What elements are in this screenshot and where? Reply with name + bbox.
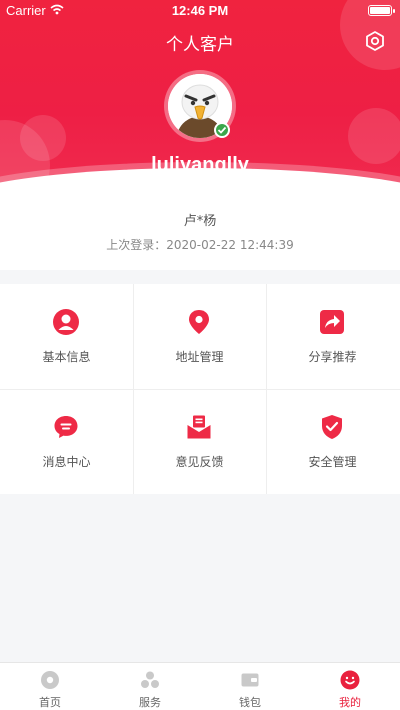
username: luliyanglly [151,154,249,176]
home-icon [41,671,59,689]
grid-item-feedback[interactable]: 意见反馈 [133,389,266,494]
grid-item-messages[interactable]: 消息中心 [0,389,133,494]
tab-label: 服务 [139,696,161,709]
grid-item-label: 安全管理 [308,455,357,469]
verified-badge-icon [214,122,230,138]
tab-services[interactable]: 服务 [100,663,200,710]
tab-label: 我的 [339,696,361,709]
grid-item-label: 意见反馈 [175,455,224,469]
grid-item-basic-info[interactable]: 基本信息 [0,284,133,389]
grid-item-address[interactable]: 地址管理 [133,284,266,389]
grid-item-label: 分享推荐 [308,350,357,364]
tab-label: 首页 [39,696,61,709]
wallet-icon [241,673,259,687]
location-pin-icon [189,310,209,334]
share-icon [320,310,344,334]
grid-item-label: 基本信息 [42,350,91,364]
profile-info: 卢*杨 上次登录：2020-02-22 12:44:39 [0,190,400,270]
battery-icon [368,5,395,16]
customer-name: 卢*杨 [183,214,217,229]
clock: 12:46 PM [171,3,229,18]
user-icon [53,309,79,335]
feedback-icon [187,415,211,439]
smile-icon [340,670,360,690]
gear-icon [366,31,384,51]
shield-icon [322,415,342,439]
message-icon [54,416,78,438]
tab-home[interactable]: 首页 [0,663,100,710]
tab-wallet[interactable]: 钱包 [200,663,300,710]
tab-mine[interactable]: 我的 [300,663,400,710]
grid-item-label: 消息中心 [42,455,91,469]
services-icon [141,671,159,688]
grid-item-share[interactable]: 分享推荐 [266,284,399,389]
tab-bar: 首页 服务 钱包 我的 [0,662,400,710]
page-title: 个人客户 [166,35,234,55]
grid-item-security[interactable]: 安全管理 [266,389,399,494]
last-login-time: 上次登录：2020-02-22 12:44:39 [106,238,294,252]
grid-item-label: 地址管理 [175,350,224,364]
settings-button[interactable] [364,30,386,52]
tab-label: 钱包 [239,696,261,709]
status-bar: Carrier 12:46 PM [0,0,400,22]
function-grid: 基本信息 地址管理 分享推荐 消息中心 意见反馈 安全管理 [0,284,400,494]
